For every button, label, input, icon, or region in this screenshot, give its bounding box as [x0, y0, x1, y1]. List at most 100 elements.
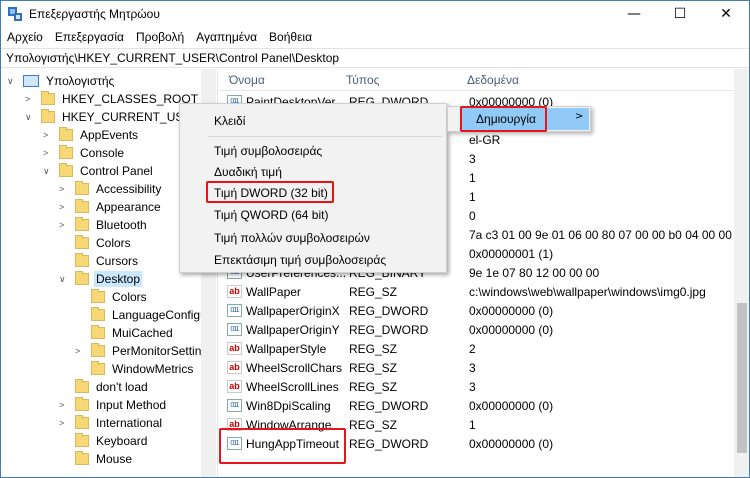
folder-icon: [75, 451, 89, 465]
tree-node-label: WindowMetrics: [112, 362, 194, 376]
tree-node[interactable]: > International: [59, 414, 164, 432]
tree-node[interactable]: > Input Method: [59, 396, 168, 414]
folder-icon: [59, 145, 73, 159]
maximize-button[interactable]: ☐: [657, 1, 703, 27]
tree-node-label: Colors: [96, 236, 131, 250]
tree-node-label: Console: [80, 146, 125, 160]
tree-node[interactable]: MuiCached: [91, 324, 175, 342]
cell-type: REG_SZ: [349, 380, 398, 394]
close-button[interactable]: ✕: [703, 1, 749, 27]
submenu-chevron-right-icon: >: [575, 111, 584, 122]
chevron-right-icon[interactable]: >: [43, 148, 48, 158]
tree-node-label: AppEvents: [80, 128, 139, 142]
tree-node[interactable]: > PerMonitorSettin: [75, 342, 203, 360]
cell-data: 1: [469, 418, 476, 432]
highlight-dword: [206, 181, 334, 203]
cell-name: WallpaperStyle: [246, 342, 327, 356]
table-row[interactable]: ab WallpaperStyle REG_SZ 2: [219, 340, 734, 359]
chevron-down-icon[interactable]: ∨: [59, 274, 66, 285]
tree-node[interactable]: Mouse: [75, 450, 134, 468]
tree-node[interactable]: LanguageConfigu: [91, 306, 209, 324]
column-name-header[interactable]: Όνομα: [229, 73, 265, 87]
tree-node[interactable]: ∨ Desktop: [59, 270, 143, 288]
chevron-down-icon[interactable]: ∨: [43, 166, 50, 177]
list-scrollbar-thumb[interactable]: [737, 303, 747, 453]
folder-icon: [59, 127, 73, 141]
cell-type: REG_SZ: [349, 342, 398, 356]
tree-node[interactable]: > Accessibility: [59, 180, 163, 198]
tree-node-label: Accessibility: [96, 182, 162, 196]
menu-file[interactable]: Αρχείο: [1, 30, 49, 44]
tree-node-label: Colors: [112, 290, 147, 304]
table-row[interactable]: ab WheelScrollLines REG_SZ 3: [219, 378, 734, 397]
column-data-header[interactable]: Δεδομένα: [467, 73, 519, 87]
menu-item-multi-string-value[interactable]: Τιμή πολλών συμβολοσειρών: [214, 231, 370, 245]
folder-icon: [75, 433, 89, 447]
list-header: Όνομα Τύπος Δεδομένα: [219, 69, 734, 91]
tree-node-label: PerMonitorSettin: [112, 344, 202, 358]
tree-node[interactable]: don't load: [75, 378, 150, 396]
column-type-header[interactable]: Τύπος: [346, 73, 379, 87]
table-row[interactable]: 011 WallpaperOriginX REG_DWORD 0x00000000 (…: [219, 302, 734, 321]
folder-icon: [91, 307, 105, 321]
cell-data: 9e 1e 07 80 12 00 00 00: [469, 266, 600, 280]
chevron-right-icon[interactable]: >: [59, 220, 64, 230]
chevron-right-icon[interactable]: >: [59, 418, 64, 428]
cell-data: 2: [469, 342, 476, 356]
table-row[interactable]: 011 Win8DpiScaling REG_DWORD 0x00000000 (0): [219, 397, 734, 416]
regedit-app-icon: [7, 6, 23, 22]
menu-item-qword-value[interactable]: Τιμή QWORD (64 bit): [214, 208, 328, 222]
title-bar[interactable]: Επεξεργαστής Μητρώου — ☐ ✕: [1, 1, 749, 27]
tree-node-label: International: [96, 416, 163, 430]
tree-node[interactable]: ∨ HKEY_CURRENT_USER: [25, 108, 202, 126]
cell-name: WallPaper: [246, 285, 301, 299]
tree-node[interactable]: Colors: [91, 288, 149, 306]
menu-separator: [208, 136, 442, 137]
chevron-right-icon[interactable]: >: [59, 400, 64, 410]
table-row[interactable]: ab WallPaper REG_SZ c:\windows\web\wallpape…: [219, 283, 734, 302]
chevron-right-icon[interactable]: >: [59, 184, 64, 194]
tree-node[interactable]: ∨ Υπολογιστής: [7, 72, 116, 90]
address-bar[interactable]: Υπολογιστής\HKEY_CURRENT_USER\Control Pa…: [1, 48, 749, 68]
menu-edit[interactable]: Επεξεργασία: [49, 30, 130, 44]
tree-node[interactable]: Cursors: [75, 252, 140, 270]
minimize-button[interactable]: —: [611, 1, 657, 27]
tree-node[interactable]: > HKEY_CLASSES_ROOT: [25, 90, 200, 108]
menu-item-expandable-string-value[interactable]: Επεκτάσιμη τιμή συμβολοσειράς: [214, 253, 386, 267]
folder-icon: [75, 397, 89, 411]
folder-icon: [91, 361, 105, 375]
menu-item-binary-value[interactable]: Δυαδική τιμή: [214, 165, 282, 179]
tree-node[interactable]: > AppEvents: [43, 126, 140, 144]
tree-node[interactable]: > Console: [43, 144, 126, 162]
table-row[interactable]: ab WheelScrollChars REG_SZ 3: [219, 359, 734, 378]
cell-data: 1: [469, 190, 476, 204]
chevron-right-icon[interactable]: >: [25, 94, 30, 104]
string-value-icon: ab: [227, 285, 242, 298]
tree-node[interactable]: > Appearance: [59, 198, 163, 216]
menu-item-key[interactable]: Κλειδί: [214, 114, 245, 128]
tree-node[interactable]: WindowMetrics: [91, 360, 195, 378]
cell-type: REG_DWORD: [349, 323, 429, 337]
chevron-down-icon[interactable]: ∨: [25, 112, 32, 123]
menu-view[interactable]: Προβολή: [130, 30, 190, 44]
cell-data: 0x00000000 (0): [469, 323, 554, 337]
tree-node[interactable]: > Bluetooth: [59, 216, 149, 234]
cell-data: 0: [469, 209, 476, 223]
table-row[interactable]: 011 WallpaperOriginY REG_DWORD 0x00000000 (…: [219, 321, 734, 340]
tree-node[interactable]: Colors: [75, 234, 133, 252]
menu-item-string-value[interactable]: Τιμή συμβολοσειράς: [214, 144, 322, 158]
cell-type: REG_SZ: [349, 361, 398, 375]
chevron-right-icon[interactable]: >: [59, 202, 64, 212]
cell-data: 0x00000001 (1): [469, 247, 554, 261]
folder-icon: [91, 325, 105, 339]
cell-data: el-GR: [469, 133, 501, 147]
chevron-down-icon[interactable]: ∨: [7, 76, 14, 87]
highlight-new: [460, 106, 547, 132]
menu-help[interactable]: Βοήθεια: [263, 30, 318, 44]
menu-favorites[interactable]: Αγαπημένα: [190, 30, 263, 44]
chevron-right-icon[interactable]: >: [75, 346, 80, 356]
folder-icon: [41, 91, 55, 105]
tree-node[interactable]: Keyboard: [75, 432, 149, 450]
tree-node[interactable]: ∨ Control Panel: [43, 162, 155, 180]
chevron-right-icon[interactable]: >: [43, 130, 48, 140]
